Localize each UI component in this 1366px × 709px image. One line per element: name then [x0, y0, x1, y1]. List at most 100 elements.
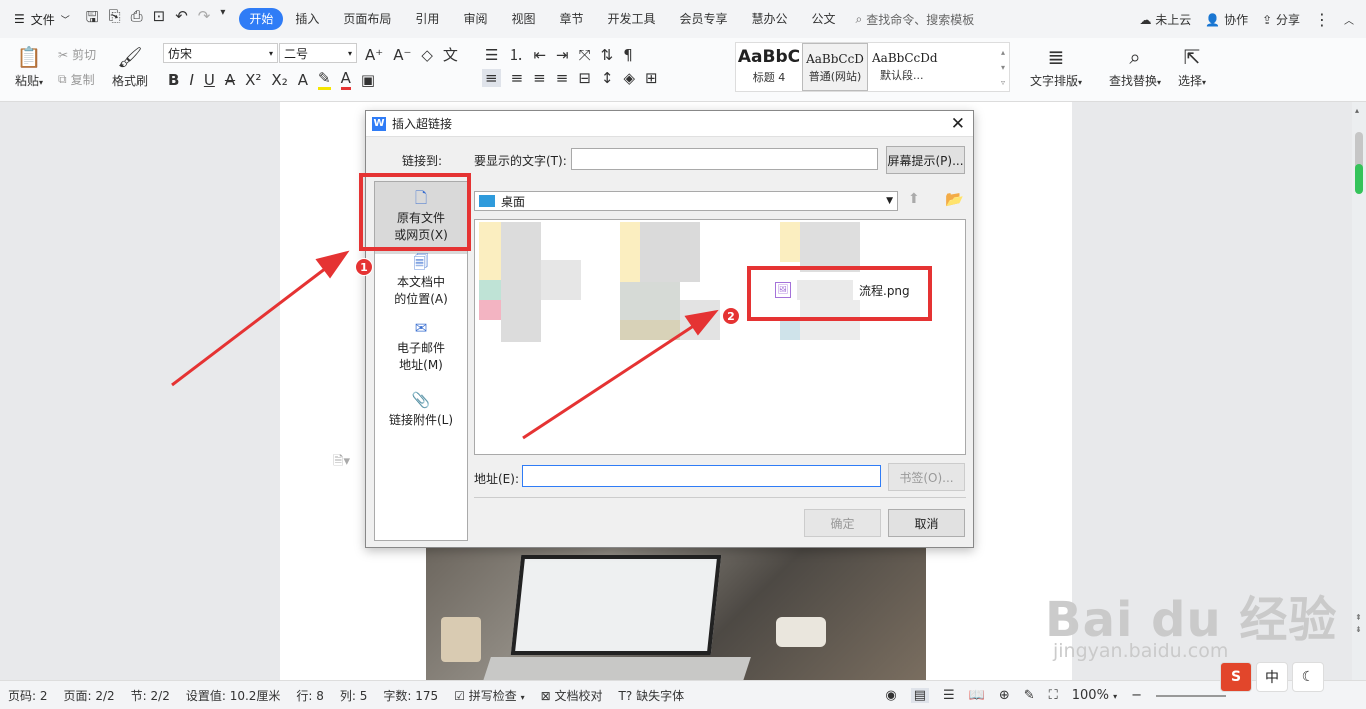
tab-official-doc[interactable]: 公文: [800, 8, 848, 30]
spell-check-button[interactable]: ☑ 拼写检查 ▾: [446, 687, 532, 704]
more-icon[interactable]: ⋮: [1314, 10, 1330, 29]
status-page-number[interactable]: 页码: 2: [0, 687, 56, 704]
nav-email[interactable]: ✉ 电子邮件 地址(M): [375, 320, 467, 380]
zoom-slider[interactable]: [1156, 694, 1226, 697]
nav-this-document[interactable]: 🗐 本文档中 的位置(A): [375, 254, 467, 314]
subscript-icon[interactable]: X₂: [271, 71, 287, 89]
ime-mode-chinese[interactable]: 中: [1256, 662, 1288, 692]
dialog-titlebar[interactable]: W 插入超链接: [366, 111, 973, 137]
copy-button[interactable]: ⧉ 复制: [58, 71, 95, 88]
style-heading4[interactable]: AaBbC 标题 4: [736, 43, 802, 91]
distribute-icon[interactable]: ⊟: [578, 69, 591, 87]
show-marks-icon[interactable]: ¶: [623, 46, 633, 64]
file-item-blurred[interactable]: [620, 282, 680, 322]
print-preview-icon[interactable]: ⊡: [153, 7, 166, 32]
sogou-ime-icon[interactable]: S: [1220, 662, 1252, 692]
collab-button[interactable]: 👤 协作: [1205, 11, 1248, 28]
phonetic-icon[interactable]: 文: [443, 44, 458, 65]
collapse-ribbon-icon[interactable]: ︿: [1344, 12, 1354, 27]
customize-icon[interactable]: ▾: [220, 7, 225, 32]
bookmark-button[interactable]: 书签(O)...: [888, 463, 965, 491]
export-pdf-icon[interactable]: ⎘: [109, 7, 121, 32]
align-right-icon[interactable]: ≡: [533, 69, 546, 87]
decrease-indent-icon[interactable]: ⇤: [533, 46, 546, 64]
tab-section[interactable]: 章节: [547, 8, 595, 30]
moon-icon[interactable]: ☾: [1292, 662, 1324, 692]
tab-developer[interactable]: 开发工具: [595, 8, 667, 30]
increase-indent-icon[interactable]: ⇥: [556, 46, 569, 64]
clear-format-icon[interactable]: ◇: [421, 46, 433, 64]
eye-protection-icon[interactable]: ◉: [885, 688, 896, 703]
status-word-count[interactable]: 字数: 175: [375, 687, 446, 704]
find-replace-button[interactable]: ⌕ 查找替换▾: [1104, 42, 1166, 89]
status-pages[interactable]: 页面: 2/2: [56, 687, 123, 704]
file-item-blurred[interactable]: [620, 222, 640, 282]
borders-icon[interactable]: ⊞: [645, 69, 658, 87]
file-item-blurred[interactable]: [541, 260, 581, 300]
shading-icon[interactable]: ◈: [623, 69, 635, 87]
browse-folder-icon[interactable]: 📂: [945, 190, 964, 208]
page-view-icon[interactable]: ▤: [910, 688, 929, 703]
status-col[interactable]: 列: 5: [332, 687, 376, 704]
write-view-icon[interactable]: ✎: [1024, 688, 1035, 703]
file-item-blurred[interactable]: [780, 320, 800, 340]
file-item-blurred[interactable]: [780, 222, 800, 262]
text-effect-icon[interactable]: A: [298, 71, 308, 89]
display-text-input[interactable]: [571, 148, 878, 170]
save-icon[interactable]: 🖫: [86, 7, 99, 32]
zoom-level[interactable]: 100% ▾: [1072, 688, 1117, 703]
superscript-icon[interactable]: X²: [245, 71, 261, 89]
file-item-blurred[interactable]: [620, 320, 680, 340]
print-icon[interactable]: ⎙: [131, 7, 143, 32]
shrink-font-icon[interactable]: A⁻: [393, 46, 411, 64]
cut-button[interactable]: ✂ 剪切: [58, 46, 96, 63]
chinese-layout-icon[interactable]: ⤧: [579, 46, 591, 64]
bullet-list-icon[interactable]: ☰: [485, 46, 498, 64]
format-painter-button[interactable]: 🖌 格式刷: [110, 42, 150, 89]
status-section[interactable]: 节: 2/2: [123, 687, 178, 704]
justify-icon[interactable]: ≡: [556, 69, 569, 87]
file-item-blurred[interactable]: [479, 222, 501, 282]
page-nav-icons[interactable]: ⇞ ⇟: [1355, 612, 1362, 636]
select-button[interactable]: ⇱ 选择▾: [1172, 42, 1212, 89]
align-left-icon[interactable]: ≡: [482, 69, 501, 87]
reading-view-icon[interactable]: 📖: [969, 688, 985, 703]
document-image-laptop[interactable]: [426, 547, 926, 680]
undo-icon[interactable]: ↶: [175, 7, 188, 32]
tab-review[interactable]: 审阅: [451, 8, 499, 30]
cancel-button[interactable]: 取消: [888, 509, 965, 537]
highlight-icon[interactable]: ✎: [317, 69, 331, 90]
file-item-blurred[interactable]: [800, 222, 860, 272]
address-input[interactable]: [522, 465, 881, 487]
font-size-select[interactable]: 二号 ▾: [279, 43, 357, 63]
fit-page-icon[interactable]: ⛶: [1049, 688, 1058, 703]
align-center-icon[interactable]: ≡: [511, 69, 524, 87]
look-in-select[interactable]: 桌面 ▼: [474, 191, 898, 211]
tab-insert[interactable]: 插入: [283, 8, 331, 30]
file-menu[interactable]: ☰ 文件 ﹀: [0, 0, 78, 38]
sort-icon[interactable]: ⇅: [601, 46, 614, 64]
paragraph-handle-icon[interactable]: 🗎▾: [333, 452, 350, 474]
tab-member[interactable]: 会员专享: [668, 8, 740, 30]
close-icon[interactable]: ✕: [951, 114, 965, 134]
tab-references[interactable]: 引用: [403, 8, 451, 30]
web-view-icon[interactable]: ⊕: [999, 688, 1010, 703]
tab-view[interactable]: 视图: [499, 8, 547, 30]
tab-home[interactable]: 开始: [239, 8, 284, 30]
file-item-blurred[interactable]: [640, 222, 700, 282]
font-name-select[interactable]: 仿宋 ▾: [163, 43, 278, 63]
font-color-icon[interactable]: A: [340, 69, 351, 90]
file-item-blurred[interactable]: [680, 300, 720, 340]
scroll-up-icon[interactable]: ▴: [1355, 106, 1359, 115]
missing-font-button[interactable]: T? 缺失字体: [611, 687, 693, 704]
file-item-blurred[interactable]: [479, 300, 501, 320]
tab-page-layout[interactable]: 页面布局: [331, 8, 403, 30]
redo-icon[interactable]: ↷: [198, 7, 211, 32]
grow-font-icon[interactable]: A⁺: [365, 46, 383, 64]
doc-proof-button[interactable]: ⊠ 文档校对: [533, 687, 611, 704]
cloud-status[interactable]: ☁ 未上云: [1139, 11, 1191, 28]
file-item-blurred[interactable]: [501, 222, 541, 342]
screen-tip-button[interactable]: 屏幕提示(P)...: [886, 146, 965, 174]
char-border-icon[interactable]: ▣: [361, 71, 375, 89]
bold-icon[interactable]: B: [168, 71, 179, 89]
